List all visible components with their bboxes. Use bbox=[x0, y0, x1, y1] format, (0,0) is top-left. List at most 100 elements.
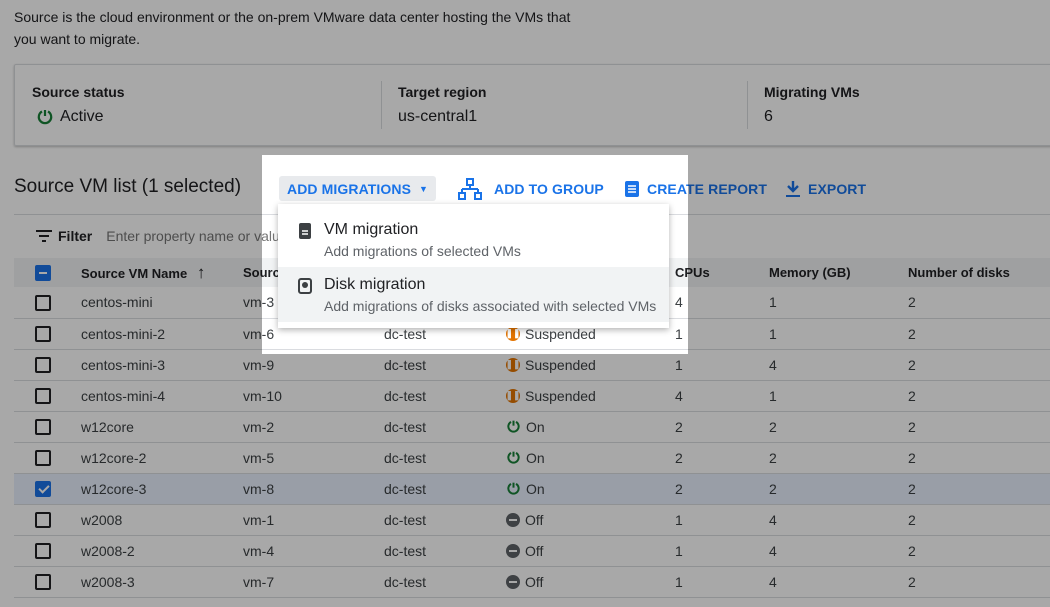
off-icon bbox=[506, 543, 520, 558]
cpus: 4 bbox=[675, 287, 769, 319]
target-region-value: us-central1 bbox=[398, 108, 478, 125]
row-checkbox[interactable] bbox=[35, 481, 51, 498]
row-checkbox[interactable] bbox=[35, 388, 51, 405]
datacenter: dc-test bbox=[384, 349, 506, 381]
row-checkbox[interactable] bbox=[35, 326, 51, 343]
vm-id: vm-7 bbox=[243, 566, 384, 598]
disks: 2 bbox=[908, 504, 1050, 536]
column-disks[interactable]: Number of disks bbox=[908, 258, 1050, 287]
summary-card: Source status Active Target region us-ce… bbox=[14, 64, 1050, 146]
status-text: Off bbox=[525, 511, 544, 528]
disks: 2 bbox=[908, 349, 1050, 381]
status: On bbox=[506, 419, 675, 435]
memory: 4 bbox=[769, 349, 908, 381]
add-to-group-button[interactable]: ADD TO GROUP bbox=[458, 176, 604, 201]
status-text: Suspended bbox=[525, 356, 596, 373]
vm-id: vm-1 bbox=[243, 504, 384, 536]
column-source-vm-name[interactable]: Source VM Name ↑ bbox=[81, 258, 243, 287]
disks: 2 bbox=[908, 442, 1050, 474]
memory: 1 bbox=[769, 287, 908, 319]
export-button[interactable]: EXPORT bbox=[786, 176, 866, 201]
caret-down-icon: ▼ bbox=[419, 183, 429, 194]
power-on-icon bbox=[507, 482, 520, 495]
disk-icon bbox=[298, 278, 312, 294]
cpus: 1 bbox=[675, 566, 769, 598]
cpus: 4 bbox=[675, 380, 769, 412]
datacenter: dc-test bbox=[384, 504, 506, 536]
status-text: On bbox=[526, 418, 545, 435]
memory: 2 bbox=[769, 411, 908, 443]
row-checkbox[interactable] bbox=[35, 574, 51, 591]
table-row[interactable]: centos-mini-4 vm-10 dc-test ❚❚ Suspended … bbox=[14, 380, 1050, 412]
disks: 2 bbox=[908, 535, 1050, 567]
row-checkbox[interactable] bbox=[35, 294, 51, 311]
target-region: Target region us-central1 bbox=[398, 65, 486, 145]
table-row[interactable]: w2008 vm-1 dc-test Off 1 4 2 bbox=[14, 504, 1050, 536]
source-status: Source status Active bbox=[32, 65, 125, 145]
row-checkbox[interactable] bbox=[35, 512, 51, 529]
vm-name: w2008-3 bbox=[81, 566, 243, 598]
row-checkbox[interactable] bbox=[35, 419, 51, 436]
filter-bar: Filter bbox=[36, 228, 287, 244]
menu-item-title: VM migration bbox=[324, 221, 419, 238]
memory: 1 bbox=[769, 318, 908, 350]
create-report-button[interactable]: CREATE REPORT bbox=[625, 176, 767, 201]
table-row[interactable]: w12core vm-2 dc-test On 2 2 2 bbox=[14, 411, 1050, 443]
cpus: 1 bbox=[675, 318, 769, 350]
datacenter: dc-test bbox=[384, 442, 506, 474]
status: ❚❚ Suspended bbox=[505, 356, 675, 373]
filter-label: Filter bbox=[58, 228, 93, 244]
datacenter: dc-test bbox=[384, 411, 506, 443]
menu-item-title: Disk migration bbox=[324, 276, 426, 293]
disks: 2 bbox=[908, 566, 1050, 598]
vm-name: centos-mini-2 bbox=[81, 318, 243, 350]
off-icon bbox=[506, 512, 520, 527]
row-checkbox[interactable] bbox=[35, 543, 51, 560]
source-status-label: Source status bbox=[32, 84, 125, 100]
row-checkbox[interactable] bbox=[35, 450, 51, 467]
add-migrations-button[interactable]: ADD MIGRATIONS ▼ bbox=[279, 176, 437, 201]
table-row[interactable]: w2008-3 vm-7 dc-test Off 1 4 2 bbox=[14, 566, 1050, 598]
add-to-group-label: ADD TO GROUP bbox=[494, 180, 604, 197]
memory: 4 bbox=[769, 566, 908, 598]
column-cpus[interactable]: CPUs bbox=[675, 258, 769, 287]
export-label: EXPORT bbox=[808, 180, 867, 197]
cpus: 1 bbox=[675, 535, 769, 567]
add-migrations-menu: VM migration Add migrations of selected V… bbox=[278, 204, 669, 328]
sort-arrow-up-icon: ↑ bbox=[196, 262, 206, 282]
memory: 4 bbox=[769, 504, 908, 536]
report-icon bbox=[625, 180, 639, 197]
vm-name: centos-mini bbox=[81, 287, 243, 319]
status: Off bbox=[506, 543, 675, 559]
table-row[interactable]: centos-mini-3 vm-9 dc-test ❚❚ Suspended 1… bbox=[14, 349, 1050, 381]
vm-id: vm-9 bbox=[243, 349, 384, 381]
row-checkbox[interactable] bbox=[35, 357, 51, 374]
source-status-value: Active bbox=[60, 108, 104, 125]
select-all-checkbox[interactable] bbox=[35, 264, 51, 281]
server-icon bbox=[299, 223, 311, 239]
vm-name: w12core bbox=[81, 411, 243, 443]
vm-id: vm-2 bbox=[243, 411, 384, 443]
target-region-label: Target region bbox=[398, 84, 487, 100]
table-row[interactable]: w12core-2 vm-5 dc-test On 2 2 2 bbox=[14, 442, 1050, 474]
table-row[interactable]: w12core-3 vm-8 dc-test On 2 2 2 bbox=[14, 473, 1050, 505]
cpus: 1 bbox=[675, 504, 769, 536]
table-row[interactable]: w2008-2 vm-4 dc-test Off 1 4 2 bbox=[14, 535, 1050, 567]
memory: 4 bbox=[769, 535, 908, 567]
status-text: On bbox=[526, 480, 545, 497]
menu-item-vm-migration[interactable]: VM migration Add migrations of selected V… bbox=[278, 212, 669, 267]
status: On bbox=[506, 481, 675, 497]
disks: 2 bbox=[908, 380, 1050, 412]
vm-name: w2008 bbox=[81, 504, 243, 536]
filter-icon bbox=[36, 230, 52, 242]
cpus: 2 bbox=[675, 473, 769, 505]
menu-item-subtitle: Add migrations of disks associated with … bbox=[324, 298, 657, 314]
menu-item-disk-migration[interactable]: Disk migration Add migrations of disks as… bbox=[278, 267, 669, 322]
column-memory[interactable]: Memory (GB) bbox=[769, 258, 908, 287]
memory: 2 bbox=[769, 473, 908, 505]
memory: 2 bbox=[769, 442, 908, 474]
add-migrations-label: ADD MIGRATIONS bbox=[287, 180, 412, 197]
status: On bbox=[506, 450, 675, 466]
vm-name: w12core-3 bbox=[81, 473, 243, 505]
filter-input[interactable] bbox=[106, 228, 287, 244]
